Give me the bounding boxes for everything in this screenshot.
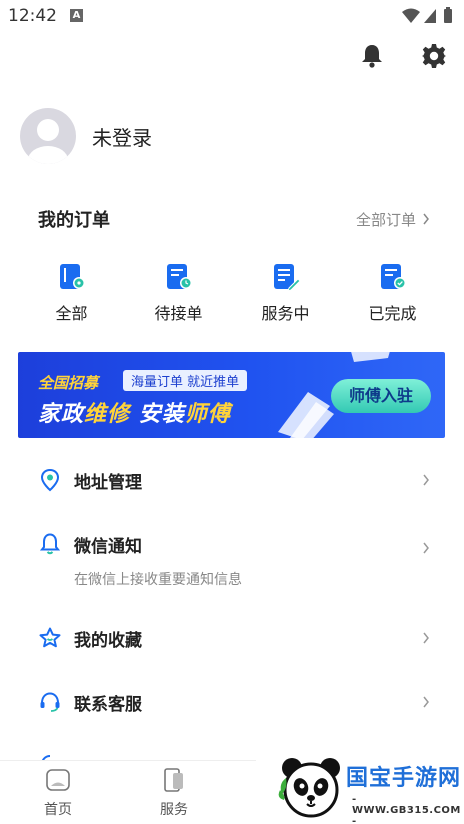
order-all-label: 全部 [55, 304, 88, 323]
banner-headline: 家政维修 安装师傅 [38, 396, 231, 428]
avatar[interactable] [20, 108, 76, 164]
join-as-master-button[interactable]: 师傅入驻 [331, 379, 431, 413]
paper-top-decoration-icon [351, 352, 390, 362]
watermark-url: - WWW.GB315.COM - [352, 794, 461, 824]
banner-tag: 全国招募 [38, 374, 99, 392]
order-all[interactable]: 全部 [18, 262, 125, 324]
menu-item-address[interactable]: 地址管理 [0, 448, 464, 512]
banner-headline-a: 家政 [38, 402, 85, 427]
order-in-service-icon [273, 264, 301, 292]
chevron-right-icon [423, 213, 429, 225]
battery-icon [444, 9, 452, 23]
paper-decoration-icon [278, 392, 334, 438]
order-pending-icon [166, 264, 192, 289]
view-all-orders-link[interactable]: 全部订单 [356, 209, 430, 230]
service-icon [164, 768, 183, 792]
order-pending[interactable]: 待接单 [125, 262, 232, 324]
status-time: 12:42 [8, 6, 57, 26]
order-all-icon [59, 264, 85, 289]
orders-header: 我的订单 全部订单 [38, 206, 430, 232]
order-completed-icon [380, 264, 406, 289]
watermark-name: 国宝手游网 [346, 766, 462, 791]
order-in-service[interactable]: 服务中 [232, 262, 339, 324]
bell-outline-icon [38, 532, 62, 556]
watermark-overlay: 国宝手游网 - WWW.GB315.COM - [256, 748, 464, 824]
username[interactable]: 未登录 [92, 122, 152, 151]
nav-home-label: 首页 [44, 802, 72, 818]
headset-icon [38, 690, 62, 714]
order-completed[interactable]: 已完成 [339, 262, 446, 324]
order-completed-label: 已完成 [368, 304, 417, 323]
wifi-icon [402, 8, 420, 23]
chevron-right-icon [423, 696, 429, 708]
order-pending-label: 待接单 [154, 304, 203, 323]
order-in-service-label: 服务中 [261, 304, 310, 323]
chevron-right-icon [423, 632, 429, 644]
menu-item-service-label: 联系客服 [74, 694, 142, 715]
status-bar: 12:42 A [0, 0, 464, 34]
banner-headline-c: 安装 [130, 402, 185, 427]
nav-service-label: 服务 [160, 802, 188, 818]
menu-item-favorites-label: 我的收藏 [74, 630, 142, 651]
panda-logo-icon [278, 758, 340, 818]
menu-list: 地址管理 微信通知 在微信上接收重要通知信息 我的收藏 联系客服 [0, 448, 464, 734]
nav-service[interactable]: 服务 [134, 767, 214, 819]
menu-item-address-label: 地址管理 [74, 472, 142, 493]
status-icons [400, 7, 458, 29]
profile-section[interactable]: 未登录 [20, 108, 152, 164]
home-icon [46, 769, 70, 791]
view-all-orders-label: 全部订单 [355, 210, 416, 229]
orders-title: 我的订单 [38, 210, 110, 231]
gear-icon[interactable] [420, 42, 448, 70]
menu-item-wechat-label: 微信通知 [74, 537, 142, 557]
top-actions [358, 42, 448, 70]
recruit-banner[interactable]: 全国招募 海量订单 就近推单 家政维修 安装师傅 师傅入驻 [18, 352, 445, 438]
signal-icon [424, 9, 436, 23]
chevron-right-icon [423, 474, 429, 486]
nav-home[interactable]: 首页 [18, 767, 98, 819]
banner-headline-d: 师傅 [184, 402, 231, 427]
orders-grid: 全部 待接单 服务中 已完成 [18, 262, 446, 324]
star-icon [38, 626, 62, 650]
menu-item-wechat-subtitle: 在微信上接收重要通知信息 [74, 572, 242, 588]
menu-item-wechat-notify[interactable]: 微信通知 在微信上接收重要通知信息 [0, 512, 464, 606]
menu-item-customer-service[interactable]: 联系客服 [0, 670, 464, 734]
notification-icon: A [70, 9, 83, 22]
bell-icon[interactable] [358, 42, 386, 70]
menu-item-favorites[interactable]: 我的收藏 [0, 606, 464, 670]
chevron-right-icon [423, 542, 429, 554]
banner-pill: 海量订单 就近推单 [123, 370, 248, 391]
location-pin-icon [38, 468, 62, 492]
banner-headline-b: 维修 [84, 402, 131, 427]
